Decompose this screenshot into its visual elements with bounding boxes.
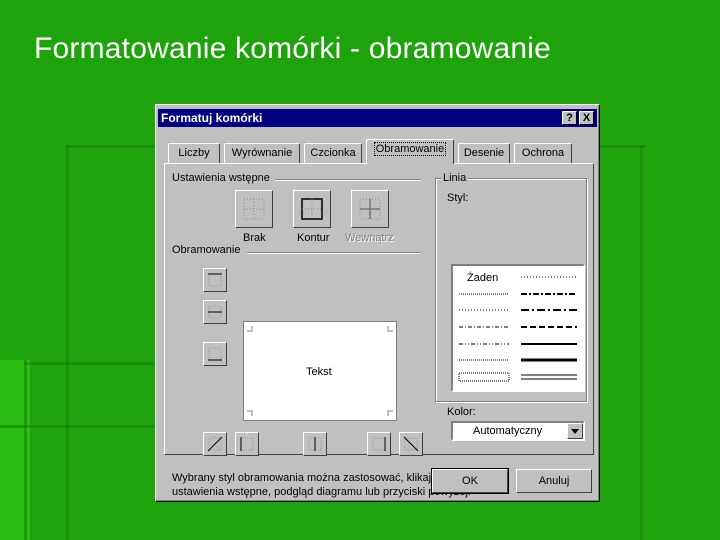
format-cells-dialog: Formatuj komórki ? X Liczby Wyrównanie C… [155,104,600,502]
tab-liczby[interactable]: Liczby [168,143,220,163]
border-section-label: Obramowanie [172,244,241,256]
line-style-list[interactable]: Żaden [451,264,585,392]
slide-title: Formatowanie komórki - obramowanie [34,32,551,65]
border-middle-horizontal-button[interactable] [203,300,227,324]
preset-inside-icon [359,198,381,220]
tab-wyrownanie[interactable]: Wyrównanie [224,143,300,163]
preset-none-label: Brak [243,232,266,244]
help-button[interactable]: ? [562,111,577,125]
border-diagonal-up-icon [207,436,223,452]
tab-ochrona[interactable]: Ochrona [514,143,572,163]
border-bottom-button[interactable] [203,342,227,366]
border-preview-area[interactable]: Tekst [243,321,397,421]
border-middle-vertical-icon [308,437,322,451]
color-label: Kolor: [447,406,476,418]
ok-button[interactable]: OK [431,468,509,494]
border-bottom-icon [208,347,222,361]
preset-outline-button[interactable] [293,190,331,228]
border-top-icon [208,273,222,287]
hint-line-1: Wybrany styl obramowania można zastosowa… [172,472,443,484]
tab-desenie[interactable]: Desenie [458,143,510,163]
border-left-button[interactable] [235,432,259,456]
preset-inside-label: Wewnątrz [345,232,394,244]
border-diagonal-down-icon [403,436,419,452]
border-middle-vertical-button[interactable] [303,432,327,456]
chevron-down-icon[interactable] [567,423,583,439]
hint-line-2: ustawienia wstępne, podgląd diagramu lub… [172,486,471,498]
tab-czcionka[interactable]: Czcionka [304,143,362,163]
dialog-title: Formatuj komórki [161,111,263,125]
border-middle-horizontal-icon [208,305,222,319]
border-top-button[interactable] [203,268,227,292]
color-dropdown-value: Automatyczny [473,425,543,437]
preset-outline-icon [301,198,323,220]
preset-none-button[interactable] [235,190,273,228]
border-left-icon [240,437,254,451]
border-diagonal-up-button[interactable] [203,432,227,456]
cancel-button[interactable]: Anuluj [516,469,592,493]
border-tab-panel: Ustawienia wstępne Brak Kontur Wewnątrz … [164,163,594,498]
dialog-title-bar[interactable]: Formatuj komórki ? X [158,109,597,127]
tab-obramowanie[interactable]: Obramowanie [366,139,454,164]
border-diagonal-down-button[interactable] [399,432,423,456]
color-dropdown[interactable]: Automatyczny [451,421,585,441]
style-label: Styl: [447,192,469,204]
preset-outline-label: Kontur [297,232,330,244]
border-right-button[interactable] [367,432,391,456]
preset-none-icon [243,198,265,220]
line-group-label: Linia [441,172,469,184]
preview-text: Tekst [306,366,332,378]
presets-label: Ustawienia wstępne [172,172,270,184]
close-button[interactable]: X [579,111,594,125]
line-style-samples [458,276,577,382]
preset-inside-button[interactable] [351,190,389,228]
border-right-icon [372,437,386,451]
